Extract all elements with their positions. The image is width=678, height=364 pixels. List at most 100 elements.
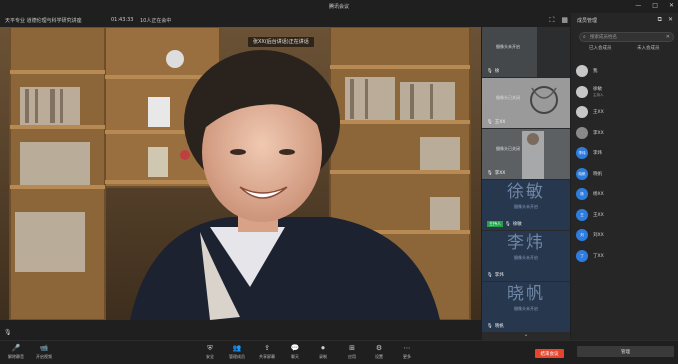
- list-item[interactable]: 王 王XX: [571, 206, 678, 227]
- member-name: 徐敏: [593, 86, 602, 92]
- host-badge: 主持人: [487, 221, 503, 227]
- video-tile[interactable]: 摄像头已关闭 🎙 王XX: [482, 78, 570, 128]
- avatar: [576, 106, 588, 118]
- panel-controls: ⧉ ✕: [658, 16, 673, 24]
- tile-name: 🎙 李炜: [487, 272, 504, 279]
- maximize-icon[interactable]: □: [652, 2, 658, 9]
- list-item[interactable]: 徐敏 主持人: [571, 83, 678, 104]
- member-name: 晓帆: [593, 171, 602, 177]
- grid-view-icon[interactable]: ▦: [561, 16, 568, 25]
- manage-button[interactable]: 管理: [577, 346, 674, 357]
- list-item[interactable]: 王XX: [571, 103, 678, 124]
- record-icon: ⏺: [321, 344, 325, 352]
- avatar: 李炜: [576, 147, 588, 159]
- tile-name: 🎙 李XX: [487, 170, 506, 177]
- camera-status: 摄像头未开启: [514, 306, 538, 311]
- member-name: 丁XX: [593, 253, 604, 259]
- mic-icon: 🎙: [487, 68, 493, 74]
- security-icon: ⛨: [207, 344, 213, 352]
- member-search-input[interactable]: [590, 34, 662, 41]
- avatar: [576, 126, 588, 139]
- member-name: 我: [593, 69, 598, 74]
- security-button[interactable]: ⛨ 安全: [195, 343, 225, 360]
- avatar: 刘: [576, 229, 588, 241]
- chat-button[interactable]: 💬 聊天: [280, 343, 310, 360]
- mic-muted-icon: 🎙: [4, 329, 12, 336]
- list-item[interactable]: 李炜 李炜: [571, 144, 678, 165]
- camera-status: 摄像头未开启: [514, 204, 538, 209]
- fullscreen-icon[interactable]: ⛶: [549, 16, 554, 25]
- video-tile[interactable]: 摄像头未开启 🎙 徐: [482, 27, 570, 77]
- share-screen-button[interactable]: ⇪ 共享屏幕: [252, 343, 282, 360]
- list-item[interactable]: 杨 杨XX: [571, 185, 678, 206]
- title-bar: 腾讯会议 — □ ✕: [0, 0, 678, 13]
- member-name: 杨XX: [593, 192, 604, 197]
- meeting-status: 10人正在会中: [140, 18, 172, 24]
- member-list: 我 徐敏 主持人 王XX 李XX 李炜 李炜 晓帆 晓帆 杨 杨XX 王 王XX…: [571, 62, 678, 267]
- tile-name: 🎙 徐: [487, 68, 500, 75]
- close-icon[interactable]: ✕: [669, 2, 674, 9]
- camera-status: 摄像头未开启: [496, 44, 520, 49]
- meeting-name[interactable]: 天平专业 道德伦理与科学研究讲座: [5, 17, 82, 24]
- member-name: 王XX: [593, 110, 604, 115]
- member-role: 主持人: [593, 92, 604, 97]
- participant-video-strip: 摄像头未开启 🎙 徐 摄像头已关闭 🎙 王XX 摄像头已关闭 🎙 李XX 徐敏 …: [482, 27, 570, 340]
- avatar: 丁: [576, 249, 588, 262]
- avatar: 杨: [576, 188, 588, 200]
- clear-search-icon[interactable]: ✕: [666, 34, 670, 40]
- active-speaker-banner: 张XX(后台讲话)正在讲话: [248, 37, 314, 47]
- view-controls: ⛶ ▦: [549, 16, 568, 25]
- video-tile[interactable]: 摄像头已关闭 🎙 李XX: [482, 129, 570, 179]
- camera-status: 摄像头已关闭: [496, 95, 520, 100]
- member-name: 刘XX: [593, 233, 604, 238]
- window-controls: — □ ✕: [635, 2, 674, 9]
- manage-members-button[interactable]: 👥 管理成员: [222, 343, 252, 360]
- mic-icon: 🎙: [487, 170, 493, 176]
- member-search: ⌕ ✕: [579, 32, 674, 42]
- avatar: 晓帆: [576, 167, 588, 180]
- settings-icon: ⚙: [375, 344, 383, 352]
- list-item[interactable]: 刘 刘XX: [571, 226, 678, 247]
- apps-button[interactable]: ⊞ 应用: [337, 343, 367, 360]
- list-item[interactable]: 晓帆 晓帆: [571, 165, 678, 186]
- tile-name: 🎙 晓帆: [487, 323, 504, 330]
- more-button[interactable]: ⋯ 更多: [392, 343, 422, 360]
- participants-panel: 成员管理 ⧉ ✕ ⌕ ✕ 已入会成员 未入会成员 我 徐敏 主持人 王XX 李X…: [571, 13, 678, 340]
- search-icon: ⌕: [583, 34, 586, 40]
- settings-button[interactable]: ⚙ 设置: [364, 343, 394, 360]
- list-item[interactable]: 李XX: [571, 124, 678, 145]
- panel-title: 成员管理: [577, 18, 598, 24]
- participant-name-placeholder: 徐敏: [507, 182, 545, 202]
- avatar: [576, 85, 588, 98]
- tile-name: 🎙 王XX: [487, 119, 506, 126]
- list-item[interactable]: 丁 丁XX: [571, 247, 678, 268]
- end-meeting-button[interactable]: 结束会议: [535, 349, 564, 358]
- camera-status: 摄像头未开启: [514, 255, 538, 260]
- more-icon: ⋯: [403, 344, 411, 352]
- record-button[interactable]: ⏺ 录制: [308, 343, 338, 360]
- speaker-video-frame: [0, 27, 481, 320]
- list-item[interactable]: 我: [571, 62, 678, 83]
- panel-close-icon[interactable]: ✕: [668, 16, 673, 24]
- tile-name: 主持人 🎙 徐敏: [487, 221, 522, 227]
- popout-icon[interactable]: ⧉: [658, 16, 662, 24]
- mute-button[interactable]: 🎤 解除静音: [1, 343, 31, 360]
- member-tabs: 已入会成员 未入会成员: [579, 45, 674, 53]
- video-tile[interactable]: 徐敏 摄像头未开启 主持人 🎙 徐敏: [482, 180, 570, 230]
- participant-name-placeholder: 李炜: [507, 233, 545, 253]
- video-tile[interactable]: 晓帆 摄像头未开启 🎙 晓帆: [482, 282, 570, 332]
- avatar: 王: [576, 208, 588, 221]
- member-name: 李炜: [593, 151, 602, 156]
- mic-icon: 🎙: [505, 221, 511, 227]
- video-tile[interactable]: 李炜 摄像头未开启 🎙 李炜: [482, 231, 570, 281]
- members-icon: 👥: [232, 344, 242, 352]
- tab-not-joined-members[interactable]: 未入会成员: [637, 45, 660, 51]
- apps-icon: ⊞: [349, 344, 355, 352]
- chat-icon: 💬: [290, 344, 300, 352]
- video-button[interactable]: 📹 开启视频: [29, 343, 59, 360]
- tab-joined-members[interactable]: 已入会成员: [589, 45, 612, 51]
- main-speaker-video[interactable]: [0, 27, 481, 320]
- member-name: 王XX: [593, 212, 604, 218]
- share-icon: ⇪: [264, 344, 270, 352]
- minimize-icon[interactable]: —: [635, 2, 641, 9]
